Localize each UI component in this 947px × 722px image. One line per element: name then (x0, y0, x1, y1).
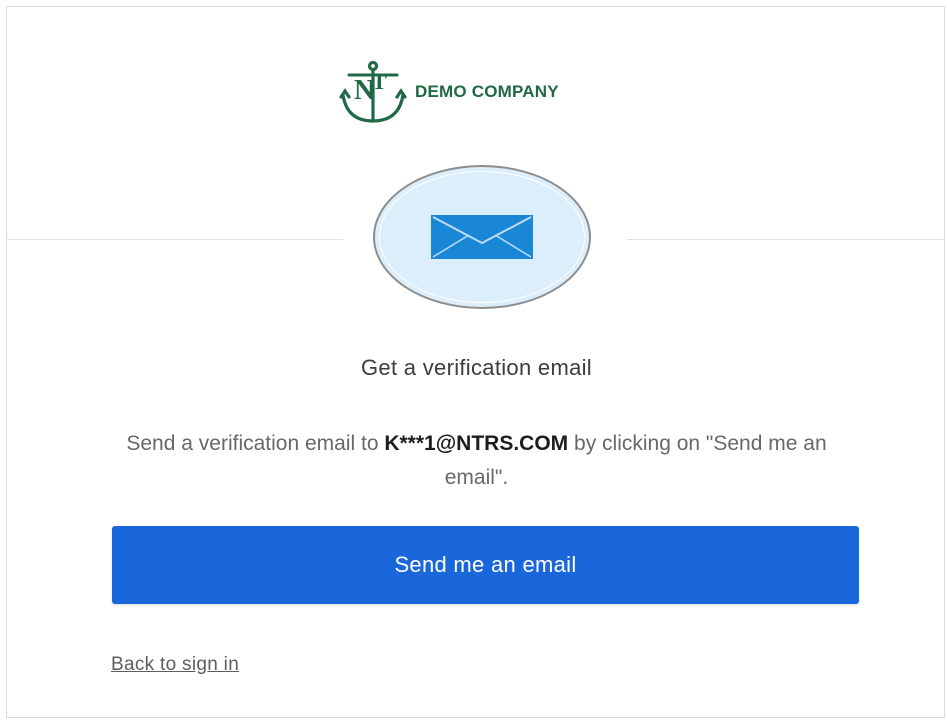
masked-email: K***1@NTRS.COM (384, 432, 569, 455)
header-divider-right (627, 239, 945, 240)
back-to-sign-in-link[interactable]: Back to sign in (111, 654, 239, 676)
header-divider-left (7, 239, 343, 240)
badge-inner-ring (379, 171, 585, 303)
brand-logo: N T DEMO COMPANY (337, 59, 559, 131)
svg-text:T: T (372, 69, 387, 94)
verification-card: N T DEMO COMPANY Get a verification emai… (6, 6, 945, 718)
send-email-button[interactable]: Send me an email (112, 526, 859, 604)
brand-name: DEMO COMPANY (415, 82, 559, 101)
anchor-nt-logo-icon: N T (339, 60, 407, 123)
factor-icon-badge (373, 165, 591, 309)
page-title: Get a verification email (361, 355, 592, 380)
instruction-prefix: Send a verification email to (126, 432, 385, 455)
instruction-text: Send a verification email to K***1@NTRS.… (117, 427, 836, 495)
